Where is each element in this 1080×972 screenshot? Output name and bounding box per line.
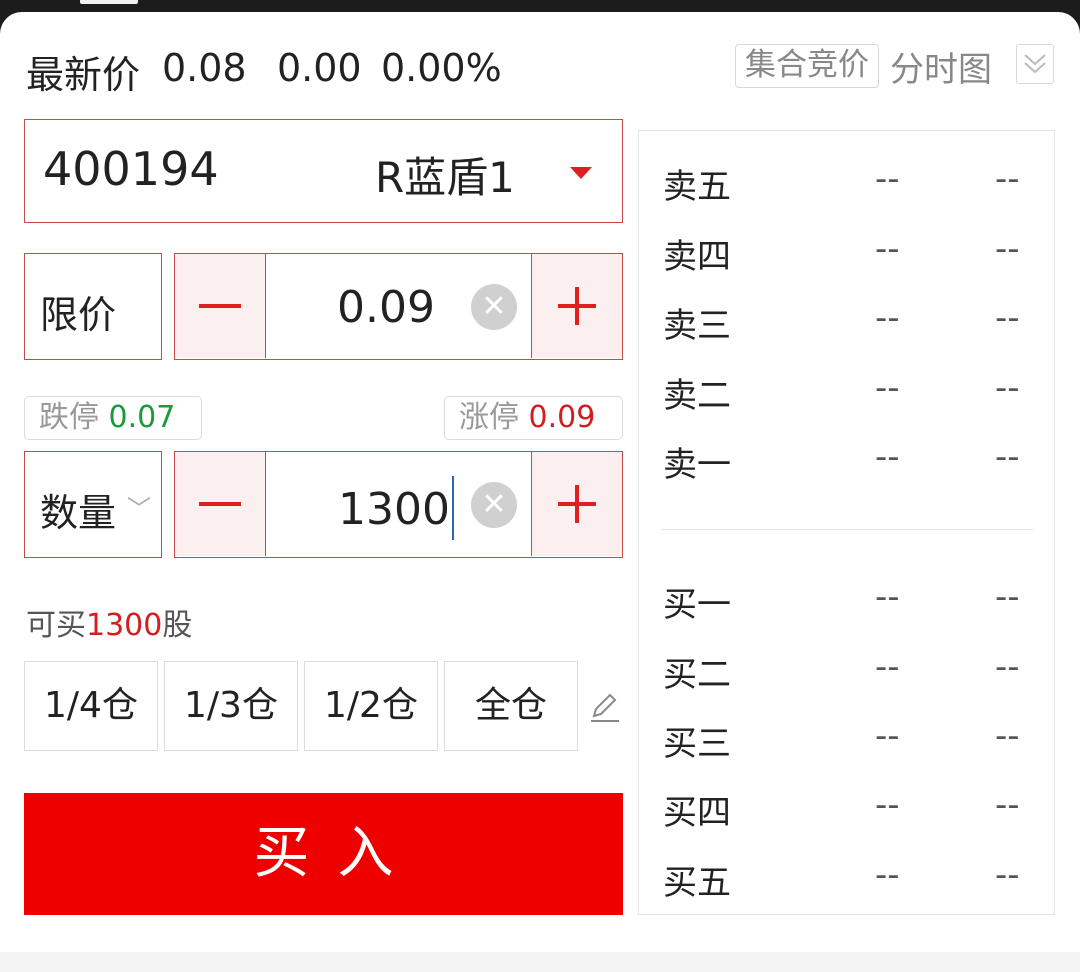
limit-up-badge: 涨停 0.09 — [444, 396, 623, 440]
order-price: -- — [875, 229, 900, 269]
order-level-label: 买四 — [663, 793, 731, 833]
available-suffix: 股 — [162, 608, 193, 643]
order-volume: -- — [995, 716, 1020, 756]
position-third-button[interactable]: 1/3仓 — [164, 661, 298, 751]
price-clear-icon[interactable]: ✕ — [471, 284, 517, 330]
order-volume: -- — [995, 577, 1020, 617]
position-full-button[interactable]: 全仓 — [444, 661, 578, 751]
edit-pencil-icon[interactable] — [588, 690, 622, 724]
limit-down-label: 跌停 — [39, 400, 99, 435]
order-level-label: 买一 — [663, 585, 731, 625]
order-book-row-sell-3: 卖三 -- -- — [663, 292, 1033, 346]
quantity-decrease-button[interactable] — [175, 452, 266, 556]
order-price: -- — [875, 716, 900, 756]
order-price: -- — [875, 159, 900, 199]
order-volume: -- — [995, 855, 1020, 895]
limit-down-badge: 跌停 0.07 — [24, 396, 202, 440]
minus-icon — [199, 304, 241, 308]
available-quantity: 可买1300股 — [26, 600, 192, 644]
order-level-label: 买五 — [663, 863, 731, 903]
order-volume: -- — [995, 437, 1020, 477]
timeshare-chart-link[interactable]: 分时图 — [890, 42, 992, 91]
stock-name: R蓝盾1 — [375, 153, 515, 202]
order-book-row-buy-1: 买一 -- -- — [663, 571, 1033, 625]
order-price: -- — [875, 647, 900, 687]
buy-button[interactable]: 买入 — [24, 793, 623, 915]
limit-up-label: 涨停 — [459, 400, 519, 435]
order-book-row-sell-4: 卖四 -- -- — [663, 223, 1033, 277]
quantity-input-wrap[interactable]: 1300 — [266, 476, 506, 544]
order-book-row-sell-5: 卖五 -- -- — [663, 153, 1033, 207]
double-chevron-down-icon — [1024, 54, 1046, 74]
plus-icon — [558, 287, 596, 325]
order-volume: -- — [995, 159, 1020, 199]
order-price: -- — [875, 785, 900, 825]
quantity-stepper: 1300 ✕ — [174, 451, 623, 558]
minus-icon — [199, 502, 241, 506]
price-decrease-button[interactable] — [175, 254, 266, 358]
order-volume: -- — [995, 785, 1020, 825]
quantity-type-selector[interactable]: 数量 ﹀ — [24, 451, 162, 558]
collapse-button[interactable] — [1016, 44, 1054, 84]
order-book-row-buy-5: 买五 -- -- — [663, 849, 1033, 903]
limit-up-value: 0.09 — [528, 400, 596, 435]
order-level-label: 卖四 — [663, 237, 731, 277]
chevron-down-icon: ﹀ — [127, 495, 151, 523]
status-bar-indicator — [80, 0, 138, 4]
price-change-value: 0.00 — [277, 46, 362, 90]
order-level-label: 卖二 — [663, 376, 731, 416]
bottom-strip — [0, 952, 1080, 972]
price-stepper: 0.09 ✕ — [174, 253, 623, 360]
order-volume: -- — [995, 368, 1020, 408]
latest-price-value: 0.08 — [162, 46, 247, 90]
stock-code: 400194 — [43, 142, 219, 196]
order-book-row-buy-3: 买三 -- -- — [663, 710, 1033, 764]
price-increase-button[interactable] — [531, 254, 622, 358]
quantity-increase-button[interactable] — [531, 452, 622, 556]
order-book-row-buy-4: 买四 -- -- — [663, 779, 1033, 833]
order-price: -- — [875, 437, 900, 477]
available-amount: 1300 — [86, 608, 163, 643]
order-volume: -- — [995, 229, 1020, 269]
order-book-divider — [661, 529, 1033, 530]
order-book-row-sell-1: 卖一 -- -- — [663, 431, 1033, 485]
order-book: 卖五 -- -- 卖四 -- -- 卖三 -- -- 卖二 -- -- 卖一 -… — [638, 130, 1055, 915]
price-change-percent: 0.00% — [381, 46, 502, 90]
price-type-selector[interactable]: 限价 — [24, 253, 162, 360]
order-level-label: 买二 — [663, 655, 731, 695]
order-level-label: 卖一 — [663, 445, 731, 485]
order-volume: -- — [995, 647, 1020, 687]
quantity-label: 数量 — [40, 491, 117, 535]
plus-icon — [558, 485, 596, 523]
order-price: -- — [875, 577, 900, 617]
order-book-row-buy-2: 买二 -- -- — [663, 641, 1033, 695]
latest-price-label: 最新价 — [26, 53, 141, 97]
limit-down-value: 0.07 — [108, 400, 176, 435]
position-quarter-button[interactable]: 1/4仓 — [24, 661, 158, 751]
trade-panel: 最新价 0.08 0.00 0.00% 集合竞价 分时图 400194 R蓝盾1… — [0, 12, 1080, 972]
stock-selector[interactable]: 400194 R蓝盾1 — [24, 119, 623, 223]
order-price: -- — [875, 368, 900, 408]
order-volume: -- — [995, 298, 1020, 338]
quantity-input[interactable]: 1300 — [338, 484, 450, 535]
order-price: -- — [875, 855, 900, 895]
text-cursor — [451, 476, 454, 540]
order-level-label: 卖五 — [663, 167, 731, 207]
order-book-row-sell-2: 卖二 -- -- — [663, 362, 1033, 416]
order-level-label: 买三 — [663, 724, 731, 764]
order-level-label: 卖三 — [663, 306, 731, 346]
caret-down-icon — [570, 167, 592, 179]
quantity-clear-icon[interactable]: ✕ — [471, 482, 517, 528]
available-prefix: 可买 — [26, 608, 86, 643]
position-half-button[interactable]: 1/2仓 — [304, 661, 438, 751]
price-type-label: 限价 — [40, 293, 117, 337]
order-price: -- — [875, 298, 900, 338]
auction-tag[interactable]: 集合竞价 — [735, 44, 879, 88]
price-input[interactable]: 0.09 — [266, 282, 506, 333]
